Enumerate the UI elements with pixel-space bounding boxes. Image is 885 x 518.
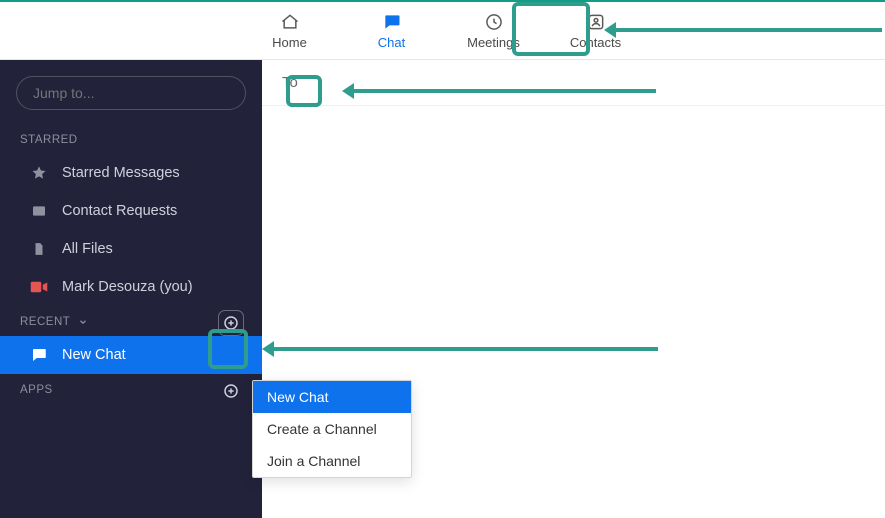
sidebar-item-label: Mark Desouza (you) xyxy=(62,279,193,295)
annotation-arrow xyxy=(346,89,656,93)
menu-join-channel[interactable]: Join a Channel xyxy=(253,445,411,477)
nav-chat-label: Chat xyxy=(378,35,405,50)
sidebar-item-label: New Chat xyxy=(62,347,126,363)
sidebar-item-all-files[interactable]: All Files xyxy=(0,230,262,268)
annotation-arrow xyxy=(608,28,882,32)
compose-to-row[interactable]: To xyxy=(262,60,885,106)
chat-icon xyxy=(381,11,403,33)
nav-chat[interactable]: Chat xyxy=(355,2,429,59)
person-card-icon xyxy=(30,202,48,220)
nav-home[interactable]: Home xyxy=(253,2,327,59)
sidebar-item-label: All Files xyxy=(62,241,113,257)
recent-context-menu: New Chat Create a Channel Join a Channel xyxy=(252,380,412,478)
sidebar-item-new-chat[interactable]: New Chat xyxy=(0,336,262,374)
menu-new-chat[interactable]: New Chat xyxy=(253,381,411,413)
menu-item-label: New Chat xyxy=(267,389,328,405)
home-icon xyxy=(279,11,301,33)
jump-to-input[interactable] xyxy=(16,76,246,110)
section-apps-label: APPS xyxy=(20,384,53,396)
sidebar-item-label: Contact Requests xyxy=(62,203,177,219)
section-recent-title: RECENT xyxy=(0,306,262,336)
sidebar-item-label: Starred Messages xyxy=(62,165,180,181)
chat-bubble-icon xyxy=(30,346,48,364)
chevron-down-icon[interactable] xyxy=(78,317,88,327)
menu-item-label: Create a Channel xyxy=(267,421,377,437)
sidebar-item-starred-messages[interactable]: Starred Messages xyxy=(0,154,262,192)
annotation-arrow xyxy=(266,347,658,351)
nav-meetings-label: Meetings xyxy=(467,35,520,50)
sidebar: STARRED Starred Messages Contact Request… xyxy=(0,60,262,518)
file-icon xyxy=(30,240,48,258)
section-recent-label: RECENT xyxy=(20,316,70,328)
nav-home-label: Home xyxy=(272,35,307,50)
clock-icon xyxy=(483,11,505,33)
section-starred-label: STARRED xyxy=(20,134,78,146)
section-apps-title: APPS xyxy=(0,374,262,404)
menu-create-channel[interactable]: Create a Channel xyxy=(253,413,411,445)
compose-to-label: To xyxy=(282,74,298,91)
nav-meetings[interactable]: Meetings xyxy=(457,2,531,59)
video-icon xyxy=(30,278,48,296)
star-icon xyxy=(30,164,48,182)
menu-item-label: Join a Channel xyxy=(267,453,360,469)
add-recent-button[interactable] xyxy=(218,310,244,336)
section-starred-title: STARRED xyxy=(0,124,262,154)
sidebar-item-contact-requests[interactable]: Contact Requests xyxy=(0,192,262,230)
add-apps-button[interactable] xyxy=(218,378,244,404)
sidebar-item-self[interactable]: Mark Desouza (you) xyxy=(0,268,262,306)
